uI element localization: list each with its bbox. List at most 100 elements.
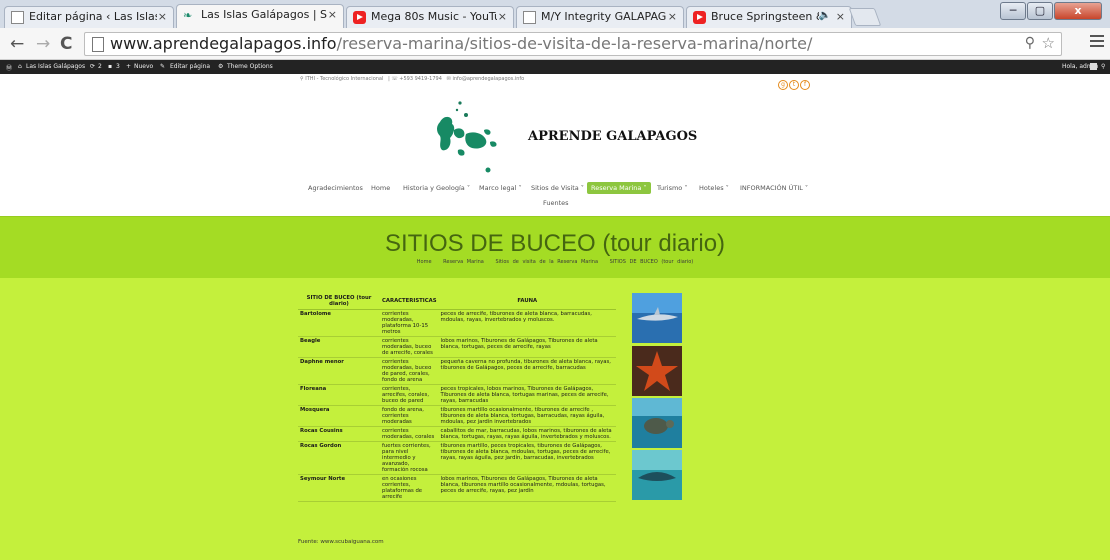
nav-item-informacion[interactable]: INFORMACIÓN ÚTIL ˅ [740,184,808,192]
tab-label: Mega 80s Music - YouTub [371,10,497,23]
browser-tab-strip: Editar página ‹ Las Islas Ga × ❧ Las Isl… [0,0,1110,28]
tab-label: Editar página ‹ Las Islas Ga [29,10,157,23]
new-tab-button[interactable] [848,8,882,26]
mail-icon: ✉ [446,76,451,82]
table-row: Rocas Gordon fuertes corrientes, para niv… [298,441,616,475]
nav-item-sitios[interactable]: Sitios de Visita ˅ [531,184,584,192]
dive-sites-table: SITIO DE BUCEO (tour diario) CARACTERIST… [298,293,616,502]
table-cell-car: fondo de arena, corrientes moderadas [380,405,439,427]
browser-tab[interactable]: Bruce Springsteen & St 🔈 × [686,6,852,28]
wp-admin-bar: Ⓦ ⌂ Las Islas Galápagos ⟳ 2 ▪ 3 + Nuevo … [0,60,1110,74]
source-note: Fuente: www.scubaiguana.com [298,539,384,545]
zoom-icon[interactable]: ⚲ [1025,35,1035,51]
shark-photo[interactable] [632,293,682,343]
table-cell-car: corrientes moderadas, buceo de arrecife,… [380,336,439,358]
nav-item-marco-legal[interactable]: Marco legal ˅ [479,184,522,192]
table-cell-car: en ocasiones corrientes, plataformas de … [380,474,439,502]
table-cell-site: Bartolome [298,309,380,337]
table-cell-car: corrientes, arrecifes, corales, buceo de… [380,384,439,406]
table-cell-fauna: lobos marinos, Tiburones de Galápagos, T… [438,336,616,358]
nav-item-hoteles[interactable]: Hoteles ˅ [699,184,729,192]
breadcrumb-home[interactable]: Home [417,259,432,265]
browser-tab-active[interactable]: ❧ Las Islas Galápagos | SITIO × [176,4,344,28]
column-header-caracteristicas: CARACTERISTICAS [380,293,439,310]
galapagos-islands-logo[interactable] [430,100,510,178]
site-title[interactable]: APRENDE GALAPAGOS [528,129,697,144]
table-row: Beagle corrientes moderadas, buceo de arr… [298,336,616,358]
phone-number: +593 9419-1794 [399,76,442,82]
table-cell-car: corrientes moderadas, plataforma 10-15 m… [380,309,439,337]
nav-item-home[interactable]: Home [371,184,390,192]
galapagos-favicon-icon: ❧ [183,9,193,22]
main-nav: Agradecimientos Home Historia y Geología… [0,182,1110,196]
minimize-button[interactable]: ─ [1000,2,1026,20]
search-icon[interactable]: ⚲ [1101,63,1105,70]
table-cell-fauna: peces tropicales, lobos marinos, Tiburon… [438,384,616,406]
chrome-menu-icon[interactable] [1090,35,1104,50]
admin-site-link[interactable]: Las Islas Galápagos [26,63,85,70]
starfish-photo[interactable] [632,346,682,396]
browser-tab[interactable]: Mega 80s Music - YouTub × [346,6,514,28]
google-plus-icon[interactable]: g [778,80,788,90]
breadcrumb-reserva[interactable]: Reserva Marina [443,259,484,265]
table-cell-site: Mosquera [298,405,380,427]
page-banner: SITIOS DE BUCEO (tour diario) Home Reser… [0,216,1110,278]
updates-count[interactable]: 2 [98,63,102,70]
tab-close-icon[interactable]: × [158,10,167,23]
nav-item-historia[interactable]: Historia y Geología ˅ [403,184,470,192]
nav-item-reserva-marina[interactable]: Reserva Marina ˅ [587,182,651,194]
tab-close-icon[interactable]: × [328,8,337,21]
forward-arrow-icon[interactable]: → [36,34,50,54]
admin-theme-link[interactable]: Theme Options [227,63,273,70]
table-row: Mosquera fondo de arena, corrientes moder… [298,405,616,427]
table-cell-fauna: pequeña caverna no profunda, tiburones d… [438,357,616,385]
gear-icon: ⚙ [218,63,224,70]
back-arrow-icon[interactable]: ← [10,34,24,54]
table-cell-site: Daphne menor [298,357,380,385]
twitter-icon[interactable]: t [789,80,799,90]
nav-item-agradecimientos[interactable]: Agradecimientos [308,184,363,192]
table-cell-fauna: peces de arrecife, tiburones de aleta bl… [438,309,616,337]
reload-icon[interactable]: C [60,34,72,54]
youtube-icon [693,11,706,24]
table-row: Rocas Cousins corrientes moderadas, coral… [298,426,616,442]
url-text[interactable]: www.aprendegalapagos.info/reserva-marina… [110,34,812,53]
admin-new-link[interactable]: Nuevo [134,63,153,70]
admin-edit-link[interactable]: Editar página [170,63,210,70]
facebook-icon[interactable]: f [800,80,810,90]
plus-icon: + [126,63,132,70]
url-host: www.aprendegalapagos.info [110,34,337,53]
column-header-fauna: FAUNA [438,293,616,310]
tab-close-icon[interactable]: × [836,10,845,23]
maximize-button[interactable]: ▢ [1027,2,1053,20]
tab-label: Las Islas Galápagos | SITIO [201,8,327,21]
comments-count[interactable]: 3 [116,63,120,70]
table-cell-fauna: tiburones martillo ocasionalmente, tibur… [438,405,616,427]
nav-item-turismo[interactable]: Turismo ˅ [657,184,688,192]
url-path: /reserva-marina/sitios-de-visita-de-la-r… [336,34,813,53]
window-close-button[interactable]: x [1054,2,1102,20]
nav-item-fuentes[interactable]: Fuentes [543,199,569,207]
table-cell-fauna: caballitos de mar, barracudas, lobos mar… [438,426,616,442]
table-row: Daphne menor corrientes moderadas, buceo … [298,357,616,385]
table-cell-fauna: tiburones martillo, peces tropicales, ti… [438,441,616,475]
tab-close-icon[interactable]: × [668,10,677,23]
table-row: Floreana corrientes, arrecifes, corales, … [298,384,616,406]
sea-turtle-photo[interactable] [632,398,682,448]
page-title: SITIOS DE BUCEO (tour diario) [384,230,726,257]
browser-tab[interactable]: Editar página ‹ Las Islas Ga × [4,6,174,28]
bookmark-star-icon[interactable]: ☆ [1042,34,1055,52]
avatar[interactable] [1090,63,1097,70]
breadcrumb-sitios[interactable]: Sitios de visita de la Reserva Marina [495,259,598,265]
home-icon: ⌂ [18,63,22,70]
tab-close-icon[interactable]: × [498,10,507,23]
address-bar[interactable]: www.aprendegalapagos.info/reserva-marina… [84,32,1062,56]
browser-tab[interactable]: M/Y Integrity GALAPAGO × [516,6,684,28]
updates-icon: ⟳ [90,63,96,70]
document-icon [523,11,536,24]
main-content: SITIO DE BUCEO (tour diario) CARACTERIST… [0,278,1110,560]
browser-toolbar: ← → C www.aprendegalapagos.info/reserva-… [0,28,1110,60]
email-link[interactable]: info@aprendegalapagos.info [452,76,524,82]
manta-ray-photo[interactable] [632,450,682,500]
wordpress-icon[interactable]: Ⓦ [6,63,12,72]
